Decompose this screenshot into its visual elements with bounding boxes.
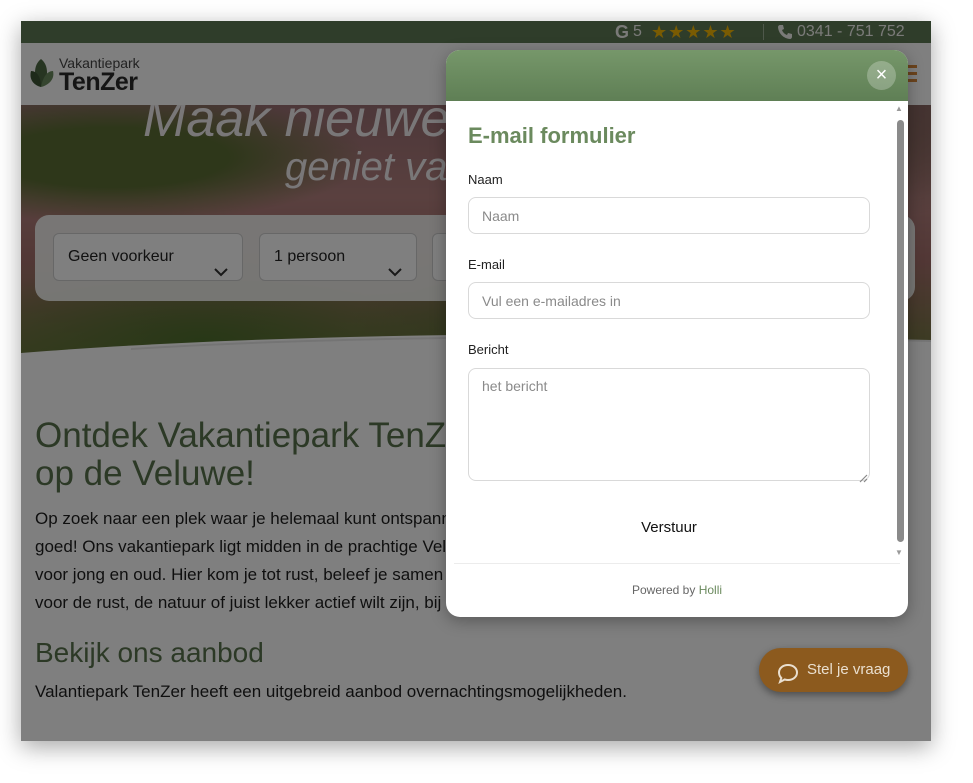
- modal-footer-divider: [454, 563, 900, 564]
- powered-by-text: Powered by: [631, 583, 696, 597]
- email-form-modal: × E-mail formulier Naam E-mail Bericht V…: [446, 50, 908, 617]
- powered-by: Powered by Holli: [446, 583, 908, 597]
- resize-grip-icon[interactable]: [859, 470, 868, 488]
- form-title: E-mail formulier: [468, 123, 636, 148]
- email-input[interactable]: [468, 282, 870, 319]
- modal-header: ×: [446, 50, 908, 101]
- scroll-up-icon[interactable]: ▲: [895, 104, 903, 113]
- name-input[interactable]: [468, 197, 870, 234]
- message-label: Bericht: [468, 342, 509, 357]
- name-label: Naam: [468, 172, 503, 187]
- scrollbar-thumb[interactable]: [897, 120, 904, 542]
- message-textarea[interactable]: [468, 368, 870, 481]
- ask-question-label: Stel je vraag: [807, 661, 891, 678]
- ask-question-button[interactable]: Stel je vraag: [759, 648, 908, 692]
- close-icon[interactable]: ×: [867, 61, 896, 90]
- submit-button[interactable]: Verstuur: [622, 513, 716, 541]
- email-label: E-mail: [468, 257, 505, 272]
- chat-bubble-icon: [777, 659, 799, 703]
- browser-viewport: G 5 ★★★★★ 0341 - 751 752 Vakantiepark Te…: [21, 21, 931, 741]
- holli-link[interactable]: Holli: [699, 583, 722, 597]
- scroll-down-icon[interactable]: ▼: [895, 548, 903, 557]
